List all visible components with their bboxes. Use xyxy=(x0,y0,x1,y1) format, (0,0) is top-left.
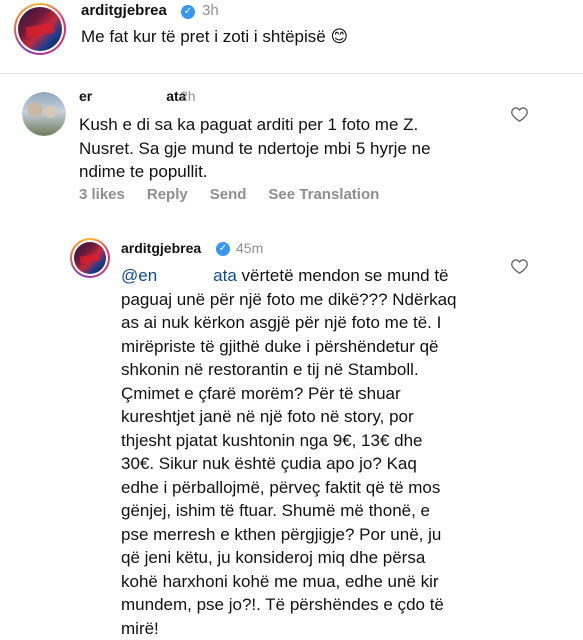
comment-text: Kush e di sa ka paguat arditi per 1 foto… xyxy=(79,115,431,181)
see-translation-button[interactable]: See Translation xyxy=(268,186,379,203)
heart-icon[interactable] xyxy=(511,106,528,122)
divider xyxy=(0,73,583,74)
avatar[interactable] xyxy=(14,3,66,55)
reply-text: @en ata vërtetë mendon se mund të paguaj … xyxy=(121,266,457,638)
verified-badge-icon: ✓ xyxy=(216,242,230,256)
smiley-emoji: 😊 xyxy=(330,27,349,46)
timestamp: 3h xyxy=(202,2,219,19)
send-button[interactable]: Send xyxy=(210,186,247,203)
comment-actions: 3 likes Reply Send See Translation xyxy=(79,186,401,203)
avatar[interactable] xyxy=(70,238,110,278)
reply-button[interactable]: Reply xyxy=(147,186,188,203)
comment-text: Me fat kur të pret i zoti i shtëpisë 😊 xyxy=(81,27,349,46)
username[interactable]: arditgjebrea xyxy=(121,240,201,256)
username[interactable]: er ata xyxy=(79,88,186,104)
username[interactable]: arditgjebrea xyxy=(81,2,167,19)
mention-link[interactable]: @en ata xyxy=(121,266,237,285)
timestamp: 45m xyxy=(236,240,264,256)
avatar[interactable] xyxy=(22,92,66,136)
likes-count[interactable]: 3 likes xyxy=(79,186,125,203)
verified-badge-icon: ✓ xyxy=(181,5,195,19)
timestamp: 2h xyxy=(180,88,196,104)
